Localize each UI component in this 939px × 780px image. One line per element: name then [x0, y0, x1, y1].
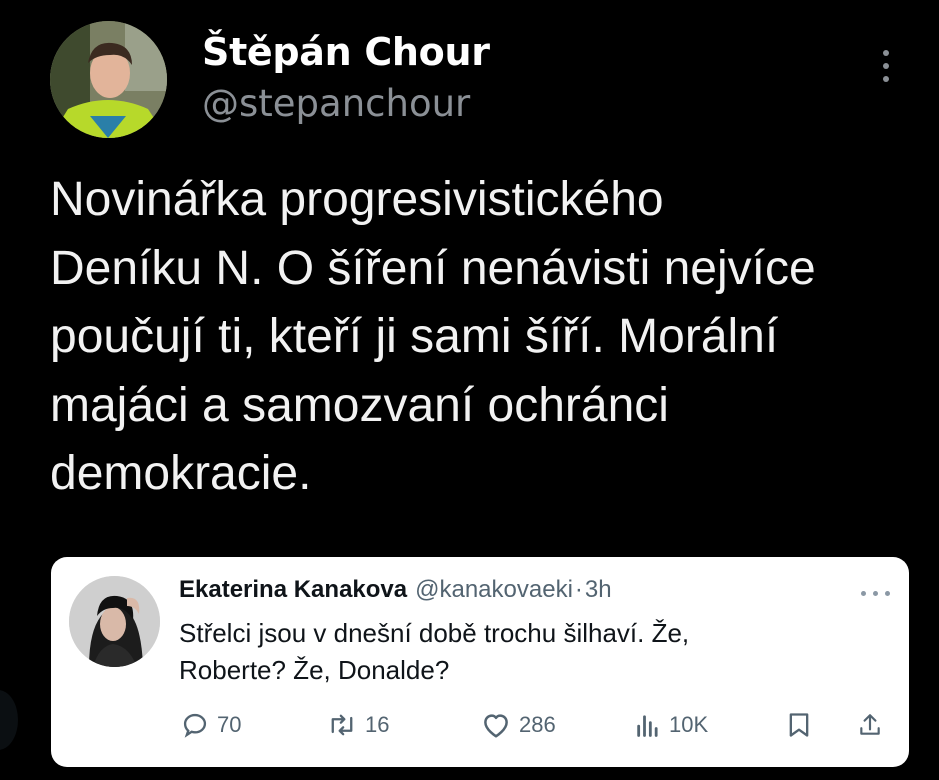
quoted-tweet-header: Ekaterina Kanakova @kanakovaeki·3h	[179, 576, 612, 604]
author-handle[interactable]: @stepanchour	[202, 82, 470, 125]
more-horizontal-icon[interactable]	[859, 590, 893, 598]
quoted-tweet-text: Střelci jsou v dnešní době trochu šilhav…	[179, 618, 690, 685]
quoted-author-avatar[interactable]	[69, 576, 160, 667]
views-count: 10K	[669, 712, 709, 737]
quoted-author-handle[interactable]: @kanakovaeki	[415, 576, 573, 603]
views-button[interactable]: 10K	[635, 709, 708, 741]
more-vertical-icon[interactable]	[876, 48, 896, 88]
views-icon	[637, 715, 658, 737]
share-button[interactable]	[857, 709, 883, 741]
retweet-icon	[331, 714, 353, 736]
share-icon	[860, 714, 880, 735]
quoted-author-name[interactable]: Ekaterina Kanakova	[179, 576, 407, 603]
author-avatar[interactable]	[50, 21, 167, 138]
reply-count: 70	[217, 712, 242, 737]
author-display-name[interactable]: Štěpán Chour	[202, 30, 490, 74]
partial-edge-element	[0, 690, 18, 750]
retweet-count: 16	[365, 712, 390, 737]
like-count: 286	[519, 712, 556, 737]
retweet-button[interactable]: 16	[327, 709, 389, 741]
bookmark-icon	[789, 713, 809, 737]
quoted-tweet-time[interactable]: 3h	[585, 576, 612, 603]
heart-icon	[484, 714, 508, 738]
quoted-tweet-card[interactable]: Ekaterina Kanakova @kanakovaeki·3h Střelc…	[51, 557, 909, 767]
bookmark-button[interactable]	[787, 709, 811, 741]
author-avatar-image	[50, 21, 167, 138]
quoted-author-avatar-image	[69, 576, 160, 667]
tweet-text: Novinářka progresivistického Deníku N. O…	[50, 173, 816, 500]
reply-button[interactable]: 70	[181, 709, 241, 741]
like-button[interactable]: 286	[481, 709, 556, 741]
reply-icon	[183, 713, 207, 738]
header-separator: ·	[574, 576, 583, 603]
